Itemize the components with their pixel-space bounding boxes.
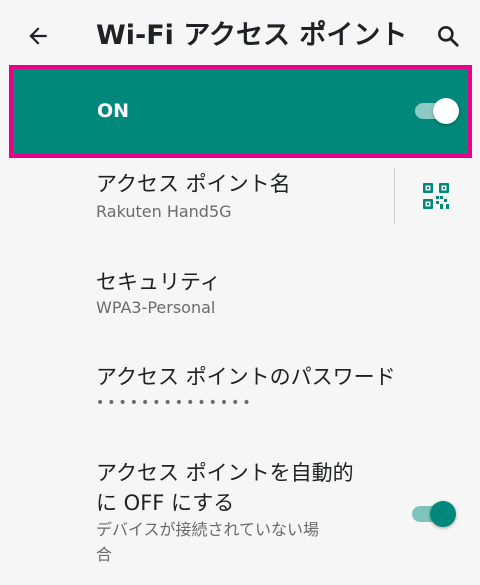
- pref-title-line2: に OFF にする: [96, 491, 235, 515]
- auto-off-toggle-switch[interactable]: [408, 500, 456, 528]
- page-title: Wi-Fi アクセス ポイント: [96, 20, 408, 51]
- highlight-annotation-frame: [9, 65, 472, 158]
- qr-code-button[interactable]: [420, 180, 452, 212]
- vertical-divider: [394, 167, 395, 225]
- wifi-hotspot-settings-screen: Wi-Fi アクセス ポイント ON アクセス ポイント名 Rakuten Ha…: [0, 0, 480, 585]
- app-bar: Wi-Fi アクセス ポイント: [0, 0, 480, 68]
- masked-password: ••••••••••••••: [96, 395, 254, 411]
- qr-code-icon: [423, 183, 449, 209]
- back-button[interactable]: [22, 20, 54, 52]
- pref-summary: WPA3-Personal: [96, 298, 216, 317]
- pref-summary: Rakuten Hand5G: [96, 202, 232, 221]
- pref-title-line1: アクセス ポイントを自動的: [96, 461, 354, 485]
- pref-summary-line1: デバイスが接続されていない場: [96, 520, 320, 539]
- search-button[interactable]: [432, 20, 464, 52]
- pref-summary-line2: 合: [96, 545, 113, 564]
- pref-title: アクセス ポイントのパスワード: [96, 365, 396, 389]
- arrow-back-icon: [29, 27, 47, 45]
- pref-title: セキュリティ: [96, 270, 221, 294]
- pref-access-point-name[interactable]: アクセス ポイント名 Rakuten Hand5G: [0, 160, 480, 230]
- switch-thumb: [430, 501, 456, 527]
- search-icon: [438, 26, 459, 47]
- pref-title: アクセス ポイント名: [96, 172, 291, 196]
- pref-security[interactable]: セキュリティ WPA3-Personal: [0, 258, 480, 328]
